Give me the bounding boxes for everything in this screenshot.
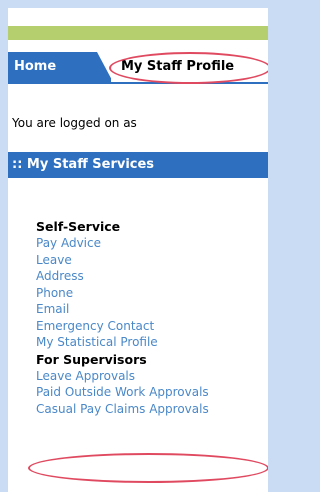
menu-item-email[interactable]: Email [36,301,268,318]
content-panel: Home My Staff Profile You are logged on … [8,8,268,492]
highlight-ring-profile [109,52,268,84]
menu-item-address[interactable]: Address [36,268,268,285]
services-menu: Self-Service Pay Advice Leave Address Ph… [36,218,268,417]
top-accent-bar [8,26,268,40]
highlight-ring-casual-pay [28,453,268,483]
logged-on-status: You are logged on as [12,116,137,130]
menu-item-casual-pay-claims-approvals[interactable]: Casual Pay Claims Approvals [36,401,268,418]
section-header-my-staff-services: :: My Staff Services [8,152,268,178]
menu-item-phone[interactable]: Phone [36,285,268,302]
menu-item-leave[interactable]: Leave [36,252,268,269]
menu-item-emergency-contact[interactable]: Emergency Contact [36,318,268,335]
menu-item-pay-advice[interactable]: Pay Advice [36,235,268,252]
menu-item-paid-outside-work-approvals[interactable]: Paid Outside Work Approvals [36,384,268,401]
menu-item-leave-approvals[interactable]: Leave Approvals [36,368,268,385]
menu-heading-self-service: Self-Service [36,219,121,234]
menu-item-statistical-profile[interactable]: My Statistical Profile [36,334,268,351]
tab-home[interactable]: Home [8,52,111,82]
menu-heading-for-supervisors: For Supervisors [36,351,147,367]
